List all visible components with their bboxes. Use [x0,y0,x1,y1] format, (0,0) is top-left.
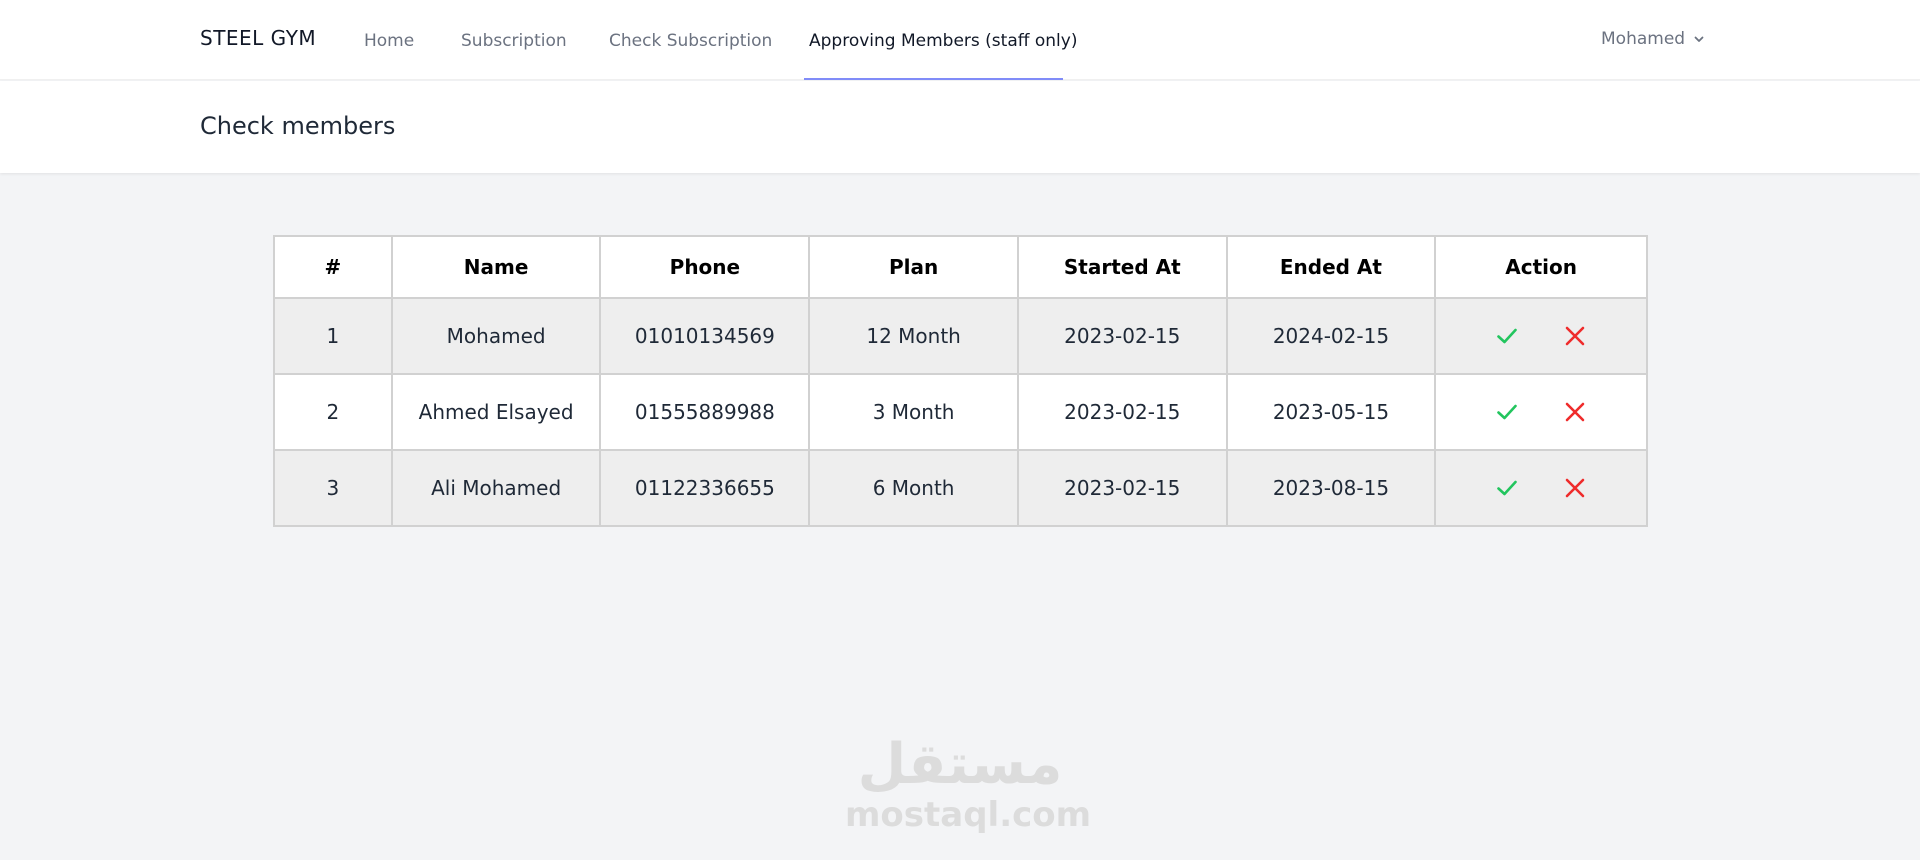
page-header: Check members [0,81,1920,173]
cell-name: Ahmed Elsayed [390,373,602,451]
close-icon [1565,326,1585,346]
nav-link-check-subscription[interactable]: Check Subscription [609,31,772,51]
nav-link-subscription[interactable]: Subscription [461,31,567,51]
action-buttons [1436,400,1646,424]
watermark: مستقل mostaql.com [845,732,1092,835]
cell-phone: 01555889988 [599,373,811,451]
cell-plan: 6 Month [808,449,1019,527]
cell-started-at: 2023-02-15 [1016,373,1228,451]
cell-plan: 12 Month [808,297,1019,375]
reject-button[interactable] [1563,324,1587,348]
watermark-logo: مستقل [857,732,1063,797]
reject-button[interactable] [1563,400,1587,424]
cell-plan: 3 Month [808,373,1019,451]
cell-number: 3 [273,449,393,527]
column-header-phone: Phone [599,235,811,299]
top-navbar: STEEL GYM Home Subscription Check Subscr… [0,0,1920,80]
close-icon [1565,478,1585,498]
table-row: 3 Ali Mohamed 01122336655 6 Month 2023-0… [273,449,1648,527]
cell-action [1434,297,1648,375]
watermark-site: mostaql.com [845,795,1092,835]
column-header-action: Action [1434,235,1648,299]
cell-ended-at: 2024-02-15 [1225,297,1437,375]
cell-ended-at: 2023-05-15 [1225,373,1437,451]
column-header-name: Name [390,235,602,299]
nav-link-home[interactable]: Home [364,31,414,51]
cell-name: Mohamed [390,297,602,375]
approve-button[interactable] [1495,476,1519,500]
check-icon [1497,404,1517,420]
action-buttons [1436,476,1646,500]
chevron-down-icon [1694,36,1704,42]
cell-phone: 01122336655 [599,449,811,527]
column-header-started-at: Started At [1016,235,1228,299]
check-icon [1497,328,1517,344]
table-header-row: # Name Phone Plan Started At Ended At Ac… [273,235,1648,299]
column-header-ended-at: Ended At [1225,235,1437,299]
action-buttons [1436,324,1646,348]
brand-logo[interactable]: STEEL GYM [200,26,316,50]
table-row: 2 Ahmed Elsayed 01555889988 3 Month 2023… [273,373,1648,451]
members-table: # Name Phone Plan Started At Ended At Ac… [273,235,1648,527]
approve-button[interactable] [1495,324,1519,348]
check-icon [1497,480,1517,496]
user-menu-dropdown[interactable]: Mohamed [1601,29,1705,49]
cell-ended-at: 2023-08-15 [1225,449,1437,527]
column-header-number: # [273,235,393,299]
cell-started-at: 2023-02-15 [1016,449,1228,527]
cell-started-at: 2023-02-15 [1016,297,1228,375]
column-header-plan: Plan [808,235,1019,299]
close-icon [1565,402,1585,422]
page-title: Check members [200,112,396,140]
cell-name: Ali Mohamed [390,449,602,527]
cell-action [1434,449,1648,527]
cell-number: 2 [273,373,393,451]
reject-button[interactable] [1563,476,1587,500]
user-name: Mohamed [1601,29,1686,49]
table-row: 1 Mohamed 01010134569 12 Month 2023-02-1… [273,297,1648,375]
cell-phone: 01010134569 [599,297,811,375]
cell-action [1434,373,1648,451]
approve-button[interactable] [1495,400,1519,424]
active-nav-indicator [804,78,1063,80]
cell-number: 1 [273,297,393,375]
nav-link-approving-members[interactable]: Approving Members (staff only) [809,31,1077,51]
